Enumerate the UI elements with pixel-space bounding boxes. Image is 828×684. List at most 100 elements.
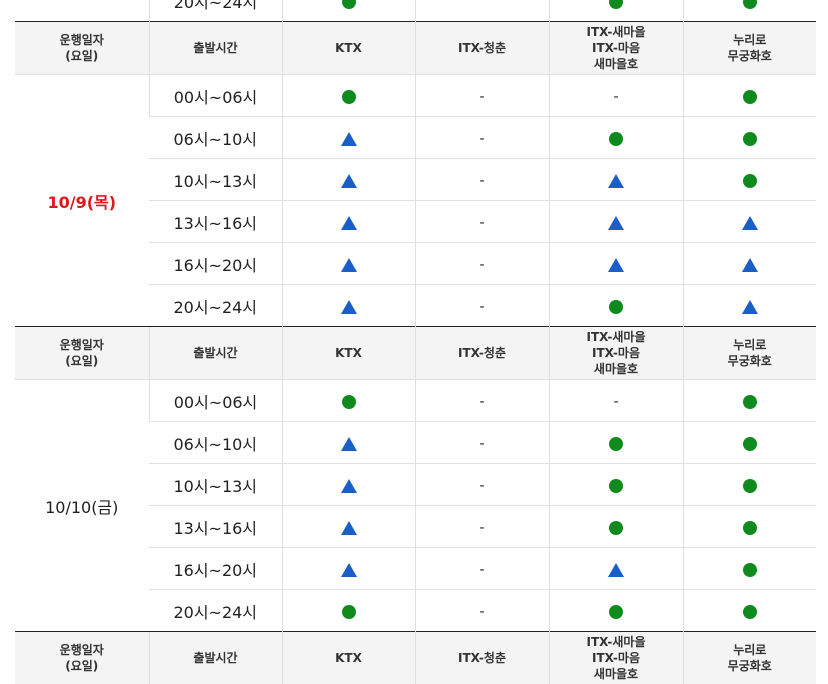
departure-time-cell: 13시~16시: [149, 506, 282, 548]
available-circle-icon: [743, 521, 757, 535]
availability-cell: -: [415, 464, 549, 506]
availability-cell: [683, 422, 816, 464]
not-applicable-dash: -: [479, 299, 484, 315]
departure-time-cell: 06시~10시: [149, 117, 282, 159]
departure-time-cell: 20시~24시: [149, 285, 282, 327]
availability-cell: -: [415, 506, 549, 548]
availability-cell: -: [415, 590, 549, 632]
header-line: ITX-새마을: [550, 329, 683, 345]
table-header-row: 운행일자(요일)출발시간KTXITX-청춘ITX-새마을ITX-마음새마을호누리…: [15, 327, 816, 380]
available-circle-icon: [743, 479, 757, 493]
limited-triangle-icon: [341, 174, 357, 188]
limited-triangle-icon: [742, 300, 758, 314]
header-line: 운행일자: [15, 642, 149, 658]
limited-triangle-icon: [341, 437, 357, 451]
availability-cell: -: [415, 243, 549, 285]
available-circle-icon: [609, 605, 623, 619]
departure-time-cell: 20시~24시: [149, 590, 282, 632]
available-circle-icon: [609, 437, 623, 451]
available-circle-icon: [743, 563, 757, 577]
available-circle-icon: [342, 0, 356, 9]
table-header-row: 운행일자(요일)출발시간KTXITX-청춘ITX-새마을ITX-마음새마을호누리…: [15, 22, 816, 75]
not-applicable-dash: -: [479, 478, 484, 494]
header-line: (요일): [15, 658, 149, 674]
available-circle-icon: [743, 0, 757, 9]
availability-cell: -: [415, 117, 549, 159]
availability-cell: [683, 380, 816, 422]
header-ktx: KTX: [282, 327, 415, 380]
header-ktx: KTX: [282, 22, 415, 75]
seat-availability-table-wrapper: 20시~24시운행일자(요일)출발시간KTXITX-청춘ITX-새마을ITX-마…: [15, 0, 816, 684]
availability-cell: [282, 422, 415, 464]
availability-cell: [683, 548, 816, 590]
availability-cell: [415, 0, 549, 22]
availability-cell: [282, 75, 415, 117]
available-circle-icon: [342, 605, 356, 619]
header-departure-time: 출발시간: [149, 632, 282, 684]
header-itx-saemaeul: ITX-새마을ITX-마음새마을호: [549, 327, 683, 380]
not-applicable-dash: -: [479, 89, 484, 105]
availability-cell: -: [415, 201, 549, 243]
header-departure-time: 출발시간: [149, 22, 282, 75]
departure-time-cell: 10시~13시: [149, 464, 282, 506]
availability-cell: [282, 243, 415, 285]
table-header-row: 운행일자(요일)출발시간KTXITX-청춘ITX-새마을ITX-마음새마을호누리…: [15, 632, 816, 684]
availability-cell: -: [549, 75, 683, 117]
not-applicable-dash: -: [479, 394, 484, 410]
header-line: 누리로: [684, 32, 817, 48]
availability-cell: -: [415, 422, 549, 464]
header-nuriro: 누리로무궁화호: [683, 22, 816, 75]
header-line: (요일): [15, 48, 149, 64]
not-applicable-dash: -: [479, 173, 484, 189]
availability-cell: -: [415, 159, 549, 201]
header-date: 운행일자(요일): [15, 632, 149, 684]
departure-time-cell: 13시~16시: [149, 201, 282, 243]
available-circle-icon: [609, 479, 623, 493]
limited-triangle-icon: [608, 216, 624, 230]
availability-cell: -: [415, 380, 549, 422]
header-line: 누리로: [684, 642, 817, 658]
limited-triangle-icon: [608, 174, 624, 188]
available-circle-icon: [342, 395, 356, 409]
header-line: ITX-새마을: [550, 634, 683, 650]
availability-cell: -: [549, 380, 683, 422]
availability-cell: [549, 285, 683, 327]
availability-cell: [549, 464, 683, 506]
availability-cell: [549, 590, 683, 632]
availability-cell: [683, 117, 816, 159]
availability-cell: [549, 548, 683, 590]
header-line: 운행일자: [15, 32, 149, 48]
table-row: 10/9(목)00시~06시--: [15, 75, 816, 117]
header-departure-time: 출발시간: [149, 327, 282, 380]
availability-cell: [282, 590, 415, 632]
operation-date-cell: 10/9(목): [15, 75, 149, 327]
limited-triangle-icon: [341, 521, 357, 535]
limited-triangle-icon: [341, 479, 357, 493]
not-applicable-dash: -: [479, 520, 484, 536]
header-line: ITX-마음: [550, 40, 683, 56]
departure-time-cell: 00시~06시: [149, 380, 282, 422]
header-itx-saemaeul: ITX-새마을ITX-마음새마을호: [549, 22, 683, 75]
available-circle-icon: [743, 174, 757, 188]
table-row: 20시~24시: [15, 0, 816, 22]
header-line: 새마을호: [550, 56, 683, 72]
limited-triangle-icon: [608, 258, 624, 272]
header-line: ITX-마음: [550, 345, 683, 361]
limited-triangle-icon: [341, 132, 357, 146]
availability-cell: [549, 201, 683, 243]
header-line: 누리로: [684, 337, 817, 353]
not-applicable-dash: -: [479, 562, 484, 578]
operation-date-cell: 10/10(금): [15, 380, 149, 632]
header-nuriro: 누리로무궁화호: [683, 632, 816, 684]
availability-cell: [549, 159, 683, 201]
availability-cell: -: [415, 285, 549, 327]
departure-time-cell: 16시~20시: [149, 548, 282, 590]
header-itx-cheongchun: ITX-청춘: [415, 327, 549, 380]
departure-time-cell: 00시~06시: [149, 75, 282, 117]
available-circle-icon: [609, 132, 623, 146]
availability-cell: [683, 0, 816, 22]
availability-cell: [282, 464, 415, 506]
header-line: 새마을호: [550, 666, 683, 682]
available-circle-icon: [609, 300, 623, 314]
available-circle-icon: [743, 90, 757, 104]
